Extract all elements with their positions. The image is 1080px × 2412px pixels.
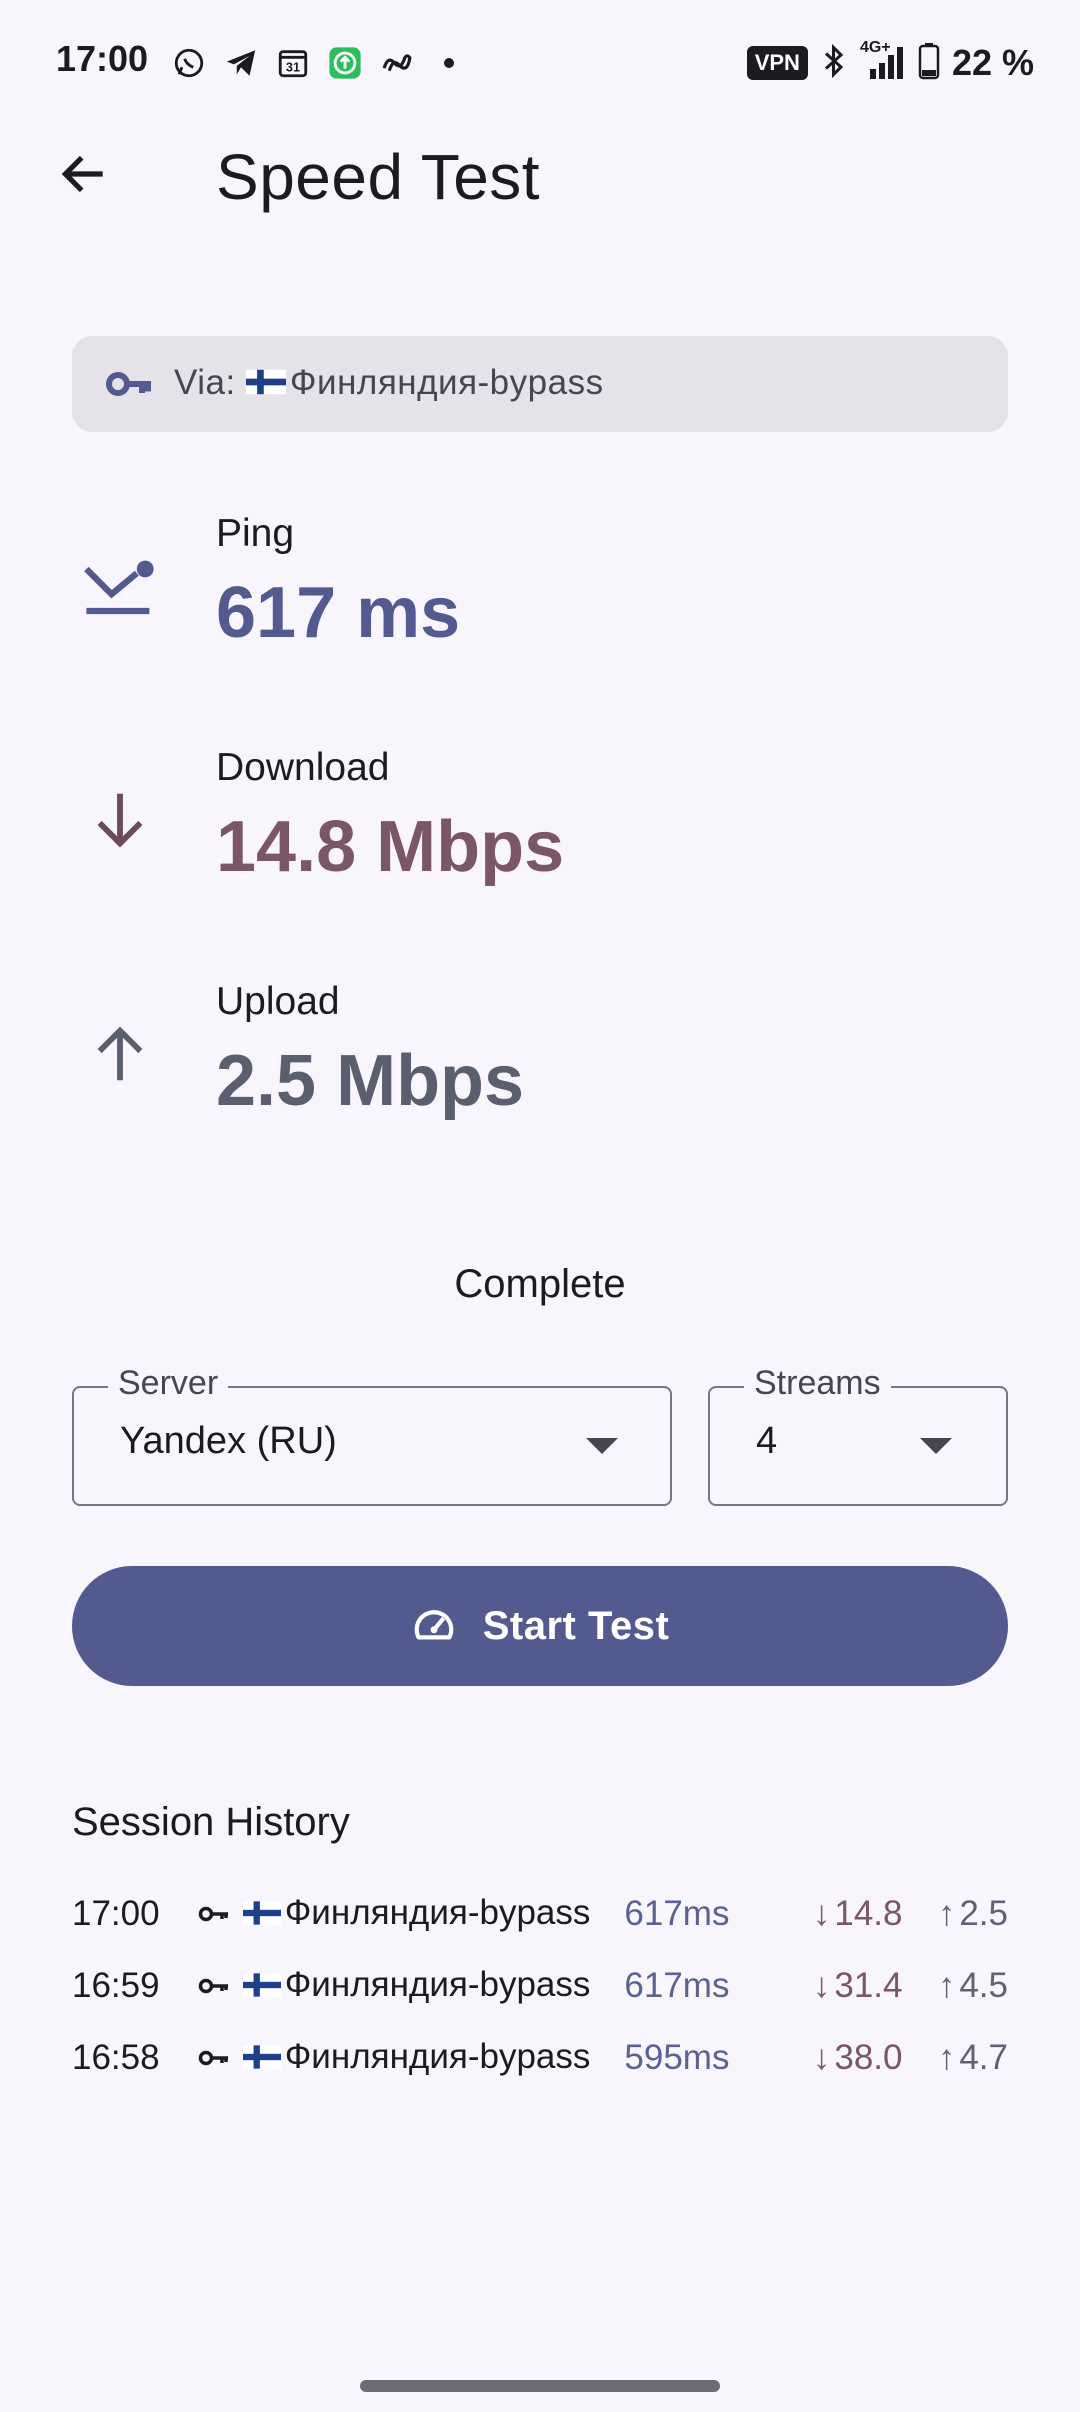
- history-server: Финляндия-bypass: [242, 1965, 625, 2007]
- battery-icon: [918, 42, 940, 85]
- battery-percent: 22 %: [951, 42, 1034, 83]
- history-time: 16:59: [72, 1966, 160, 2005]
- via-label: Via: Финляндия-bypass: [174, 363, 604, 405]
- streams-label: Streams: [744, 1364, 891, 1403]
- history-download-value: 14.8: [834, 1894, 903, 1933]
- key-icon: [197, 2048, 243, 2068]
- ping-label: Ping: [216, 512, 295, 555]
- history-server-name: Финляндия-bypass: [284, 1965, 591, 2005]
- history-download-value: 38.0: [834, 2038, 903, 2077]
- via-chip: Via: Финляндия-bypass: [72, 336, 1008, 432]
- home-gesture-bar[interactable]: [360, 2380, 720, 2392]
- key-icon: [106, 369, 154, 399]
- history-server-name: Финляндия-bypass: [284, 1893, 591, 1933]
- dot-icon: [430, 44, 468, 82]
- history-time: 16:58: [72, 2038, 160, 2077]
- start-test-label: Start Test: [482, 1603, 670, 1648]
- arrow-up-icon: [76, 1010, 164, 1098]
- server-label: Server: [108, 1364, 229, 1403]
- history-upload: ↑ 4.5: [903, 1966, 1008, 2006]
- ping-icon: [76, 546, 164, 634]
- history-upload: ↑ 2.5: [903, 1894, 1008, 1934]
- telegram-icon: [222, 44, 260, 82]
- streams-dropdown[interactable]: Streams 4: [708, 1364, 1008, 1506]
- history-download: ↓ 38.0: [778, 2038, 903, 2078]
- bluetooth-icon: [820, 43, 850, 84]
- dropdown-arrow-icon: [920, 1438, 952, 1454]
- arrow-back-icon: [56, 146, 112, 207]
- test-status: Complete: [454, 1262, 626, 1306]
- via-prefix: Via:: [174, 363, 246, 403]
- history-upload-value: 2.5: [959, 1894, 1008, 1933]
- server-dropdown[interactable]: Server Yandex (RU): [72, 1364, 672, 1506]
- history-ping: 617ms: [624, 1966, 730, 2005]
- dropdown-arrow-icon: [586, 1438, 618, 1454]
- key-icon: [197, 1904, 243, 1924]
- history-ping: 595ms: [624, 2038, 730, 2077]
- history-upload-value: 4.7: [959, 2038, 1008, 2077]
- history-row: 17:00 Финляндия-bypass 617ms ↓ 14.8 ↑ 2.5: [72, 1884, 1008, 1944]
- history-upload-value: 4.5: [959, 1966, 1008, 2005]
- history-server: Финляндия-bypass: [242, 2037, 625, 2079]
- whatsapp-icon: [170, 44, 208, 82]
- arrow-up-icon: ↑: [937, 2038, 956, 2077]
- speedometer-icon: [411, 1601, 457, 1652]
- arrow-up-icon: ↑: [937, 1966, 956, 2005]
- infinity-icon: [378, 44, 416, 82]
- start-test-button[interactable]: Start Test: [72, 1566, 1008, 1686]
- download-value: 14.8 Mbps: [216, 807, 565, 887]
- status-notification-icons: 31: [170, 40, 468, 86]
- status-system-icons: VPN 4G+ 22 %: [746, 39, 1034, 86]
- back-button[interactable]: [48, 140, 120, 212]
- arrow-down-icon: ↓: [812, 1966, 831, 2005]
- arrow-up-icon: ↑: [937, 1894, 956, 1933]
- vpn-badge: VPN: [746, 46, 808, 80]
- finland-flag-icon: [245, 365, 286, 405]
- calendar-day: 31: [286, 60, 300, 75]
- history-download-value: 31.4: [834, 1966, 903, 2005]
- history-download: ↓ 14.8: [778, 1894, 903, 1934]
- streams-value: 4: [756, 1420, 778, 1462]
- history-row: 16:58 Финляндия-bypass 595ms ↓ 38.0 ↑ 4.7: [72, 2028, 1008, 2088]
- upload-label: Upload: [216, 980, 340, 1023]
- upload-value: 2.5 Mbps: [216, 1041, 525, 1121]
- session-history-title: Session History: [72, 1800, 350, 1844]
- network-type: 4G+: [859, 39, 891, 56]
- history-time: 17:00: [72, 1894, 160, 1933]
- finland-flag-icon: [242, 2039, 281, 2079]
- history-ping: 617ms: [624, 1894, 730, 1933]
- finland-flag-icon: [242, 1967, 281, 2007]
- page-title: Speed Test: [216, 141, 541, 213]
- upload-app-icon: [326, 44, 364, 82]
- history-server: Финляндия-bypass: [242, 1893, 625, 1935]
- status-time: 17:00: [56, 38, 149, 79]
- calendar-icon: 31: [274, 44, 312, 82]
- server-value: Yandex (RU): [120, 1420, 337, 1462]
- history-server-name: Финляндия-bypass: [284, 2037, 591, 2077]
- arrow-down-icon: [76, 776, 164, 864]
- history-row: 16:59 Финляндия-bypass 617ms ↓ 31.4 ↑ 4.5: [72, 1956, 1008, 2016]
- via-server: Финляндия-bypass: [289, 363, 604, 403]
- ping-value: 617 ms: [216, 573, 461, 653]
- key-icon: [197, 1976, 243, 1996]
- history-download: ↓ 31.4: [778, 1966, 903, 2006]
- download-label: Download: [216, 746, 390, 789]
- signal-icon: 4G+: [860, 39, 906, 81]
- arrow-down-icon: ↓: [812, 2038, 831, 2077]
- finland-flag-icon: [242, 1895, 281, 1935]
- arrow-down-icon: ↓: [812, 1894, 831, 1933]
- history-upload: ↑ 4.7: [903, 2038, 1008, 2078]
